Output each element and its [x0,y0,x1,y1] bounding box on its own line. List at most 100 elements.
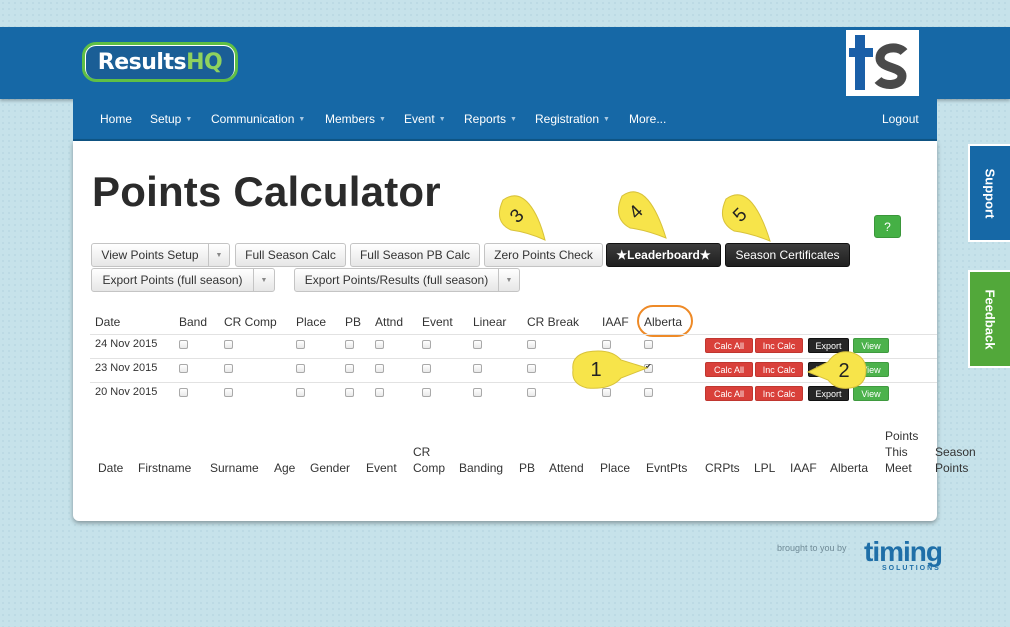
row-checkbox[interactable] [345,340,354,349]
callout-4: 4 [617,191,667,239]
nav-communication[interactable]: Communication ▼ [211,112,305,126]
col-header-cr-break: CR Break [527,315,580,329]
callout-1: 1 [572,350,649,389]
full-season-calc-button[interactable]: Full Season Calc [235,243,346,267]
zero-points-check-button[interactable]: Zero Points Check [484,243,603,267]
col-header-event: Event [422,315,453,329]
row-checkbox[interactable] [473,364,482,373]
callout-2-label: 2 [838,360,849,382]
results-header-place: Place [600,461,631,475]
chevron-down-icon: ▼ [438,116,446,124]
results-header-crpts: CRPts [705,461,740,475]
timing-solutions-logo[interactable]: timing SOLUTIONS [862,537,958,573]
col-header-band: Band [179,315,208,329]
export-points-results-button[interactable]: Export Points/Results (full season) [294,268,499,292]
leaderboard-button[interactable]: ★Leaderboard★ [606,243,721,267]
row-checkbox[interactable] [224,364,233,373]
results-header-gender: Gender [310,461,351,475]
results-header-season-points: Season Points [935,445,976,475]
results-header-age: Age [274,461,296,475]
row-checkbox[interactable] [422,340,431,349]
help-button[interactable]: ? [874,215,901,238]
calc-all-button[interactable]: Calc All [705,386,753,401]
row-checkbox[interactable] [602,340,611,349]
brought-to-you-by-text: brought to you by [777,543,847,553]
nav-home[interactable]: Home [100,112,132,126]
export-points-dropdown[interactable]: ▼ [253,268,275,292]
row-checkbox[interactable] [179,340,188,349]
row-checkbox[interactable] [179,388,188,397]
row-checkbox[interactable] [473,388,482,397]
page-title: Points Calculator [92,168,441,215]
row-checkbox[interactable] [527,364,536,373]
row-checkbox[interactable] [345,364,354,373]
support-tab[interactable]: Support [968,144,1010,242]
nav-registration[interactable]: Registration ▼ [535,112,610,126]
row-checkbox[interactable] [375,340,384,349]
logout-link[interactable]: Logout [882,112,919,126]
row-checkbox[interactable] [296,340,305,349]
feedback-tab[interactable]: Feedback [968,270,1010,368]
view-points-setup-button[interactable]: View Points Setup [91,243,209,267]
table-row-divider [90,334,937,335]
results-header-banding: Banding [459,461,504,475]
callout-2: 2 [806,351,867,389]
row-checkbox[interactable] [345,388,354,397]
main-navbar: Home Setup ▼ Communication ▼ Members ▼ Even… [73,99,937,141]
event-date: 20 Nov 2015 [95,386,158,398]
calc-all-button[interactable]: Calc All [705,362,753,377]
chevron-down-icon: ▼ [505,276,513,284]
ts-club-logo [846,30,919,96]
season-certificates-button[interactable]: Season Certificates [725,243,850,267]
row-checkbox[interactable] [473,340,482,349]
results-header-event: Event [366,461,397,475]
row-checkbox[interactable] [527,340,536,349]
callout-3: 3 [498,195,546,241]
row-checkbox[interactable] [375,364,384,373]
nav-setup[interactable]: Setup ▼ [150,112,192,126]
row-checkbox[interactable] [296,388,305,397]
col-header-place: Place [296,315,327,329]
nav-reports[interactable]: Reports ▼ [464,112,517,126]
export-points-button[interactable]: Export Points (full season) [91,268,254,292]
row-checkbox[interactable] [179,364,188,373]
results-header-alberta: Alberta [830,461,869,475]
chevron-down-icon: ▼ [215,251,223,259]
col-header-linear: Linear [473,315,507,329]
inc-calc-button[interactable]: Inc Calc [755,362,803,377]
row-checkbox[interactable] [375,388,384,397]
results-header-surname: Surname [210,461,259,475]
callout-1-label: 1 [590,359,601,381]
nav-event[interactable]: Event ▼ [404,112,446,126]
row-checkbox[interactable] [224,388,233,397]
nav-members[interactable]: Members ▼ [325,112,386,126]
resultshq-logo[interactable]: ResultsHQ [82,42,238,82]
timing-logo-text: timing [864,537,942,567]
row-checkbox[interactable] [422,364,431,373]
row-checkbox[interactable] [527,388,536,397]
export-points-results-dropdown[interactable]: ▼ [498,268,520,292]
row-checkbox[interactable] [224,340,233,349]
alberta-checkbox[interactable] [644,340,653,349]
row-checkbox[interactable] [296,364,305,373]
event-date: 23 Nov 2015 [95,362,158,374]
view-points-setup-dropdown[interactable]: ▼ [208,243,230,267]
results-header-evntpts: EvntPts [646,461,688,475]
full-season-pb-calc-button[interactable]: Full Season PB Calc [350,243,480,267]
inc-calc-button[interactable]: Inc Calc [755,338,803,353]
col-header-attnd: Attnd [375,315,404,329]
results-header-cr-comp: CR Comp [413,445,446,475]
chevron-down-icon: ▼ [510,116,517,124]
chevron-down-icon: ▼ [185,116,193,124]
chevron-down-icon: ▼ [379,116,386,124]
col-header-pb: PB [345,315,362,329]
results-header-iaaf: IAAF [790,461,817,475]
inc-calc-button[interactable]: Inc Calc [755,386,803,401]
chevron-down-icon: ▼ [298,116,306,124]
results-header-lpl: LPL [754,461,776,475]
calc-all-button[interactable]: Calc All [705,338,753,353]
event-date: 24 Nov 2015 [95,338,158,350]
logo-text-hq: HQ [186,49,223,75]
row-checkbox[interactable] [422,388,431,397]
nav-more[interactable]: More... [629,112,666,126]
